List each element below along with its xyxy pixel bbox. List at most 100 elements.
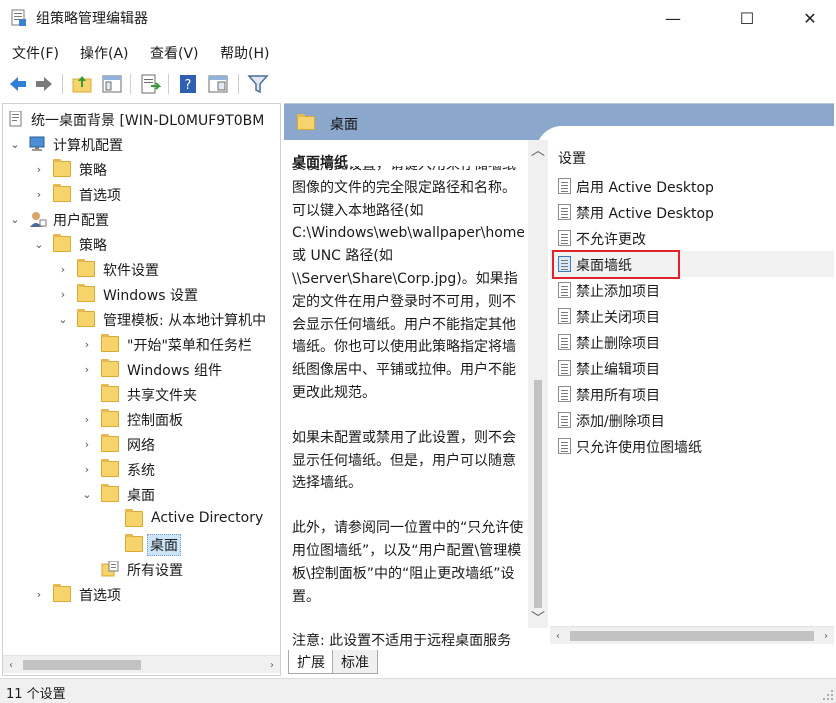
chevron-right-icon[interactable]: › (79, 407, 95, 432)
menu-action[interactable]: 操作(A) (80, 43, 129, 63)
setting-label: 禁止关闭项目 (576, 310, 660, 326)
user-icon (30, 212, 47, 227)
up-folder-icon[interactable] (70, 72, 94, 96)
chevron-right-icon[interactable]: › (55, 257, 71, 282)
folder-icon (101, 409, 119, 427)
chevron-right-icon[interactable]: › (55, 282, 71, 307)
tree-item-admin-templates[interactable]: ⌄ 管理模板: 从本地计算机中 (3, 307, 280, 332)
setting-item[interactable]: 不允许更改 (550, 225, 834, 251)
setting-label: 禁用所有项目 (576, 388, 660, 404)
annotation-highlight-box (552, 250, 680, 279)
toolbar-separator (238, 74, 239, 94)
tree-item-user-policies[interactable]: ⌄ 策略 (3, 232, 280, 257)
close-button[interactable]: ✕ (787, 0, 833, 36)
show-hide-tree-icon[interactable] (100, 72, 124, 96)
scroll-down-icon[interactable]: ﹀ (528, 608, 548, 628)
maximize-button[interactable]: ☐ (724, 0, 770, 36)
policy-tree-pane[interactable]: 统一桌面背景 [WIN-DL0MUF9T0BM ⌄ 计算机配置 › 策略 › 首… (2, 103, 281, 676)
chevron-down-icon[interactable]: ⌄ (55, 307, 71, 332)
tree-item-network[interactable]: › 网络 (3, 432, 280, 457)
setting-item[interactable]: 禁用所有项目 (550, 381, 834, 407)
tree-item-label: 桌面 (147, 534, 181, 556)
properties-icon[interactable] (206, 72, 230, 96)
tree-item-system[interactable]: › 系统 (3, 457, 280, 482)
description-vertical-scrollbar[interactable]: ︿ ﹀ (528, 140, 548, 628)
setting-item[interactable]: 禁止删除项目 (550, 329, 834, 355)
setting-item[interactable]: 禁止关闭项目 (550, 303, 834, 329)
folder-icon (53, 159, 71, 177)
tree-item-windows-settings[interactable]: › Windows 设置 (3, 282, 280, 307)
tree-item-label: 统一桌面背景 [WIN-DL0MUF9T0BM (31, 113, 265, 129)
chevron-right-icon[interactable]: › (79, 457, 95, 482)
chevron-right-icon[interactable]: › (31, 157, 47, 182)
chevron-down-icon[interactable]: ⌄ (7, 132, 23, 157)
minimize-button[interactable]: — (650, 0, 696, 36)
toolbar-separator (168, 74, 169, 94)
tree-item-computer-policies[interactable]: › 策略 (3, 157, 280, 182)
description-body: 要使用此设置，请键入用来存储墙纸图像的文件的完全限定路径和名称。可以键入本地路径… (292, 166, 524, 646)
scroll-right-icon[interactable]: › (818, 627, 834, 645)
tree-item-active-directory[interactable]: Active Directory (3, 507, 280, 532)
computer-icon (29, 136, 45, 151)
folder-icon (101, 359, 119, 377)
tree-item-start-menu[interactable]: › "开始"菜单和任务栏 (3, 332, 280, 357)
back-icon[interactable] (6, 72, 30, 96)
policy-setting-icon (558, 230, 571, 246)
tree-item-computer-preferences[interactable]: › 首选项 (3, 182, 280, 207)
tree-item-shared-folders[interactable]: 共享文件夹 (3, 382, 280, 407)
folder-icon (125, 509, 143, 527)
tree-item-windows-components[interactable]: › Windows 组件 (3, 357, 280, 382)
setting-item[interactable]: 禁止编辑项目 (550, 355, 834, 381)
scroll-up-icon[interactable]: ︿ (528, 140, 548, 160)
tree-item-control-panel[interactable]: › 控制面板 (3, 407, 280, 432)
scroll-thumb[interactable] (23, 660, 141, 670)
tree-item-computer-config[interactable]: ⌄ 计算机配置 (3, 132, 280, 157)
chevron-right-icon[interactable]: › (79, 357, 95, 382)
tree-item-root[interactable]: 统一桌面背景 [WIN-DL0MUF9T0BM (3, 107, 280, 132)
setting-item[interactable]: 添加/删除项目 (550, 407, 834, 433)
tree-item-user-config[interactable]: ⌄ 用户配置 (3, 207, 280, 232)
scroll-thumb[interactable] (570, 631, 814, 641)
chevron-down-icon[interactable]: ⌄ (79, 482, 95, 507)
tree-item-label: 首选项 (79, 588, 121, 604)
chevron-right-icon[interactable]: › (79, 432, 95, 457)
filter-icon[interactable] (246, 72, 270, 96)
menu-view[interactable]: 查看(V) (150, 43, 199, 63)
scroll-thumb[interactable] (534, 380, 542, 608)
tree-horizontal-scrollbar[interactable]: ‹ › (3, 655, 280, 673)
folder-icon (77, 309, 95, 327)
setting-item[interactable]: 只允许使用位图墙纸 (550, 433, 834, 459)
tree-item-desktop[interactable]: ⌄ 桌面 (3, 482, 280, 507)
folder-icon (101, 384, 119, 402)
tree-item-user-preferences[interactable]: › 首选项 (3, 582, 280, 607)
scroll-left-icon[interactable]: ‹ (3, 656, 19, 674)
menu-help[interactable]: 帮助(H) (220, 43, 269, 63)
tab-extended[interactable]: 扩展 (288, 650, 334, 674)
menu-file[interactable]: 文件(F) (12, 43, 59, 63)
setting-item[interactable]: 禁用 Active Desktop (550, 199, 834, 225)
chevron-right-icon[interactable]: › (79, 332, 95, 357)
description-paragraph: 注意: 此设置不适用于远程桌面服务器会话。 (292, 633, 512, 646)
tab-standard[interactable]: 标准 (332, 650, 378, 674)
setting-item[interactable]: 禁止添加项目 (550, 277, 834, 303)
scroll-left-icon[interactable]: ‹ (550, 627, 566, 645)
tree-item-desktop-selected[interactable]: 桌面 (3, 532, 280, 557)
tree-item-all-settings[interactable]: 所有设置 (3, 557, 280, 582)
help-icon[interactable]: ? (176, 72, 200, 96)
status-bar: 11 个设置 (0, 678, 836, 703)
scroll-right-icon[interactable]: › (264, 656, 280, 674)
tree-item-software-settings[interactable]: › 软件设置 (3, 257, 280, 282)
tree-item-label: 首选项 (79, 188, 121, 204)
group-policy-editor-icon (11, 9, 26, 26)
folder-open-icon (125, 534, 143, 552)
setting-item[interactable]: 启用 Active Desktop (550, 173, 834, 199)
chevron-down-icon[interactable]: ⌄ (7, 207, 23, 232)
settings-column-header[interactable]: 设置 (558, 148, 586, 168)
export-list-icon[interactable] (138, 72, 162, 96)
resize-grip-icon[interactable] (822, 689, 834, 701)
chevron-down-icon[interactable]: ⌄ (31, 232, 47, 257)
forward-icon[interactable] (32, 72, 56, 96)
chevron-right-icon[interactable]: › (31, 182, 47, 207)
settings-horizontal-scrollbar[interactable]: ‹ › (550, 626, 834, 644)
chevron-right-icon[interactable]: › (31, 582, 47, 607)
